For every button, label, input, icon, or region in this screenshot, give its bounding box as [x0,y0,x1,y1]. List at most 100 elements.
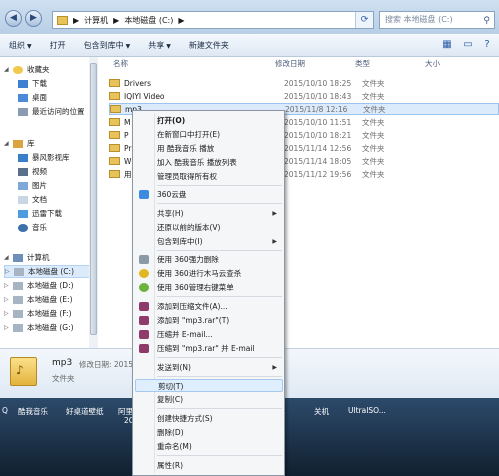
menu-item-share[interactable]: 共享(H) ▶ [135,207,283,220]
menu-item-include-library[interactable]: 包含到库中(I) ▶ [135,235,283,248]
forward-button[interactable]: ▶ [25,10,42,27]
menu-item-add-archive[interactable]: 添加到压缩文件(A)... [135,300,283,313]
list-item[interactable]: Drivers 2015/10/10 18:25 文件夹 [109,77,499,89]
taskbar-item-kuwo[interactable]: 酷我音乐 [18,406,48,417]
menu-item-delete[interactable]: 删除(D) [135,426,283,439]
sidebar-label: 文档 [32,195,47,204]
share-button[interactable]: 共享 ▼ [139,34,180,57]
menu-item-open[interactable]: 打开(O) [135,114,283,127]
menu-item-360-trojan-scan[interactable]: 使用 360进行木马云查杀 [135,267,283,280]
column-size[interactable]: 大小 [425,57,440,71]
column-modified[interactable]: 修改日期 [275,57,305,71]
drive-icon [13,323,23,332]
sidebar-label: 桌面 [32,93,47,102]
sidebar-item-drive-g[interactable]: ▷ 本地磁盘 (G:) [4,321,74,334]
sidebar-item-desktop[interactable]: 桌面 [18,91,47,104]
column-type[interactable]: 类型 [355,57,370,71]
menu-item-properties[interactable]: 属性(R) [135,459,283,472]
menu-item-open-new-window[interactable]: 在新窗口中打开(E) [135,128,283,141]
address-separator-icon: ▶ [73,15,80,25]
shield-icon [139,269,149,278]
chevron-right-icon: ▷ [4,310,9,317]
drive-icon [14,267,24,276]
menu-item-add-kuwo-list[interactable]: 加入 酷我音乐 播放列表 [135,156,283,169]
taskbar-item-wallpaper[interactable]: 好桌道壁纸 [66,406,104,417]
menu-item-rename[interactable]: 重命名(M) [135,440,283,453]
menu-item-compress-rar-email[interactable]: 压缩到 "mp3.rar" 并 E-mail [135,342,283,355]
new-folder-button[interactable]: 新建文件夹 [180,34,238,57]
menu-item-play-kuwo[interactable]: 用 酷我音乐 播放 [135,142,283,155]
scrollbar-thumb[interactable] [90,63,97,335]
file-type: 文件夹 [362,117,385,127]
menu-item-360-menu-manage[interactable]: 使用 360管理右键菜单 [135,281,283,294]
sidebar-label: 本地磁盘 (F:) [27,309,72,318]
music-icon [18,223,28,232]
menu-item-send-to[interactable]: 发送到(N) ▶ [135,361,283,374]
sidebar-item-music[interactable]: 音乐 [18,221,47,234]
sidebar-item-downloads[interactable]: 下载 [18,77,47,90]
open-button[interactable]: 打开 [41,34,75,57]
library-icon [13,139,23,148]
file-name: 用 [124,169,132,179]
sidebar-scrollbar[interactable] [89,57,98,348]
sidebar-item-drive-f[interactable]: ▷ 本地磁盘 (F:) [4,307,72,320]
refresh-icon[interactable]: ⟳ [355,12,373,28]
help-icon[interactable]: ? [480,38,494,52]
search-input[interactable]: 搜索 本地磁盘 (C:) ⚲ [379,11,495,29]
menu-item-admin-ownership[interactable]: 管理员取得所有权 [135,170,283,183]
context-menu: 打开(O) 在新窗口中打开(E) 用 酷我音乐 播放 加入 酷我音乐 播放列表 … [132,110,285,476]
preview-pane-icon[interactable]: ▭ [461,38,475,52]
file-type: 文件夹 [363,104,386,114]
menu-label: 发送到(N) [157,363,191,372]
sidebar-item-drive-e[interactable]: ▷ 本地磁盘 (E:) [4,293,73,306]
sidebar-libraries[interactable]: ◢ 库 [4,137,35,150]
sidebar-item-recent[interactable]: 最近访问的位置 [18,105,85,118]
menu-item-add-to-rar[interactable]: 添加到 "mp3.rar"(T) [135,314,283,327]
taskbar-item-ultraiso[interactable]: UltraISO... [348,406,386,415]
file-date: 2015/10/10 18:43 [284,91,352,101]
sidebar-favorites[interactable]: ◢ 收藏夹 [4,63,50,76]
sidebar-item-documents[interactable]: 文档 [18,193,47,206]
taskbar-item[interactable]: Q [2,406,8,415]
sidebar-item-videos[interactable]: 视频 [18,165,47,178]
taskbar-item-shutdown[interactable]: 关机 [314,406,329,417]
organize-button[interactable]: 组织 ▼ [0,34,41,57]
file-type: 文件夹 [362,91,385,101]
search-icon[interactable]: ⚲ [483,13,490,29]
command-bar: 组织 ▼ 打开 包含到库中 ▼ 共享 ▼ 新建文件夹 ▦ ▭ ? [0,34,499,57]
view-options-icon[interactable]: ▦ [440,38,454,52]
menu-item-copy[interactable]: 复制(C) [135,393,283,406]
sidebar-label: 下载 [32,79,47,88]
sidebar-item-drive-c[interactable]: ▷ 本地磁盘 (C:) [4,265,90,278]
sidebar-item-baofeng[interactable]: 暴风影视库 [18,151,70,164]
menu-separator [157,408,282,409]
menu-item-360-cloud[interactable]: 360云盘 [135,188,283,201]
column-name[interactable]: 名称 [113,57,128,71]
breadcrumb-computer[interactable]: 计算机 [84,15,108,26]
list-item[interactable]: IQIYI Video 2015/10/10 18:43 文件夹 [109,90,499,102]
file-type: 文件夹 [362,130,385,140]
sidebar-item-xunlei[interactable]: 迅雷下载 [18,207,62,220]
menu-item-restore-versions[interactable]: 还原以前的版本(V) [135,221,283,234]
menu-item-cut[interactable]: 剪切(T) [135,379,283,392]
menu-item-360-force-delete[interactable]: 使用 360强力删除 [135,253,283,266]
sidebar-item-pictures[interactable]: 图片 [18,179,47,192]
recent-places-icon [18,107,28,116]
sidebar-item-drive-d[interactable]: ▷ 本地磁盘 (D:) [4,279,74,292]
include-library-label: 包含到库中 [83,40,124,50]
folder-icon [110,105,121,113]
include-library-button[interactable]: 包含到库中 ▼ [75,34,140,57]
folder-icon [109,144,120,152]
download-folder-icon [18,79,28,88]
back-button[interactable]: ◀ [5,10,22,27]
address-bar[interactable]: ▶ 计算机 ▶ 本地磁盘 (C:) ▶ ⟳ [52,11,374,29]
trash-icon [139,255,149,264]
menu-item-create-shortcut[interactable]: 创建快捷方式(S) [135,412,283,425]
submenu-arrow-icon: ▶ [272,210,277,217]
sidebar-computer[interactable]: ◢ 计算机 [4,251,50,264]
breadcrumb-drive-c[interactable]: 本地磁盘 (C:) [124,15,173,26]
music-note-icon: ♪ [16,363,24,377]
chevron-down-icon: ◢ [4,140,9,147]
address-separator-icon: ▶ [113,15,120,25]
menu-item-compress-email[interactable]: 压缩并 E-mail... [135,328,283,341]
